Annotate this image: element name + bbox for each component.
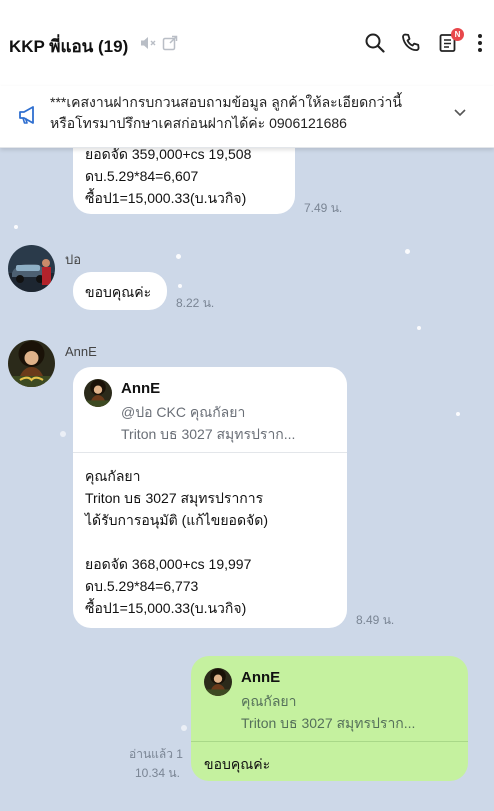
quote-sender: AnnE [241, 669, 281, 686]
quote-line: Triton บธ 3027 สมุทรปราก... [121, 426, 296, 442]
notes-new-badge: N [451, 28, 464, 41]
search-icon[interactable] [363, 31, 387, 55]
mute-icon[interactable] [136, 31, 160, 55]
chat-title[interactable]: KKP พี่แอน (19) [9, 33, 128, 60]
phone-icon[interactable] [399, 31, 423, 55]
snow-decoration [456, 412, 460, 416]
message-line: ซื้อป1=15,000.33(บ.นวกิจ) [85, 600, 247, 616]
quote-avatar [84, 379, 112, 407]
message-bubble[interactable]: ยอดจัด 359,000+cs 19,508 ดบ.5.29*84=6,60… [73, 148, 295, 214]
message-line: ดบ.5.29*84=6,773 [85, 578, 199, 594]
snow-decoration [181, 725, 187, 731]
announcement-line-2: หรือโทรมาปรึกษาเคสก่อนฝากได้ค่ะ 09061216… [50, 115, 347, 131]
message-bubble[interactable]: ขอบคุณค่ะ [73, 272, 167, 310]
announcement-text: ***เคสงานฝากรบกวนสอบถามข้อมูล ลูกค้าให้ล… [50, 92, 440, 134]
avatar-po[interactable] [8, 245, 55, 292]
snow-decoration [405, 249, 410, 254]
announcement-line-1: ***เคสงานฝากรบกวนสอบถามข้อมูล ลูกค้าให้ล… [50, 94, 402, 110]
external-window-icon[interactable] [158, 31, 182, 55]
message-line: คุณกัลยา [85, 468, 141, 484]
quote-sender: AnnE [121, 380, 161, 397]
message-line: ซื้อป1=15,000.33(บ.นวกิจ) [85, 190, 247, 206]
message-line: ดบ.5.29*84=6,607 [85, 168, 199, 184]
message-time: 10.34 น. [135, 766, 180, 780]
message-text: ขอบคุณค่ะ [85, 284, 152, 300]
message-time: 8.22 น. [176, 296, 215, 310]
own-reply-message-bubble[interactable]: AnnE คุณกัลยา Triton บธ 3027 สมุทรปราก..… [191, 656, 468, 781]
avatar-anne[interactable] [8, 340, 55, 387]
message-line: Triton บธ 3027 สมุทรปราการ [85, 490, 264, 506]
quote-avatar [204, 668, 232, 696]
megaphone-icon [17, 104, 39, 131]
chat-header: KKP พี่แอน (19) N [0, 0, 494, 86]
message-line: ยอดจัด 359,000+cs 19,508 [85, 148, 252, 162]
quote-divider [73, 452, 347, 453]
sender-name: AnnE [65, 344, 97, 359]
announcement-bar[interactable]: ***เคสงานฝากรบกวนสอบถามข้อมูล ลูกค้าให้ล… [0, 86, 494, 148]
quote-line: คุณกัลยา [241, 693, 297, 709]
chevron-down-icon[interactable] [452, 104, 468, 125]
message-line: ยอดจัด 368,000+cs 19,997 [85, 556, 252, 572]
reply-message-bubble[interactable]: AnnE @ปอ CKC คุณกัลยา Triton บธ 3027 สมุ… [73, 367, 347, 628]
chat-area[interactable]: ยอดจัด 359,000+cs 19,508 ดบ.5.29*84=6,60… [0, 148, 494, 811]
message-time: 8.49 น. [356, 613, 395, 627]
snow-decoration [60, 431, 66, 437]
snow-decoration [176, 254, 181, 259]
message-text: ขอบคุณค่ะ [204, 756, 271, 772]
sender-name: ปอ [65, 252, 82, 267]
quote-line: @ปอ CKC คุณกัลยา [121, 404, 246, 420]
message-time: 7.49 น. [304, 201, 343, 215]
snow-decoration [14, 225, 18, 229]
message-line: ได้รับการอนุมัติ (แก้ไขยอดจัด) [85, 512, 269, 528]
more-menu-icon[interactable] [468, 31, 492, 55]
quote-divider [191, 741, 468, 742]
message-body: คุณกัลยา Triton บธ 3027 สมุทรปราการ ได้ร… [85, 465, 268, 619]
message-line [85, 531, 268, 553]
quote-line: Triton บธ 3027 สมุทรปราก... [241, 715, 416, 731]
read-receipt: อ่านแล้ว 1 [129, 747, 183, 761]
snow-decoration [178, 284, 182, 288]
snow-decoration [417, 326, 421, 330]
